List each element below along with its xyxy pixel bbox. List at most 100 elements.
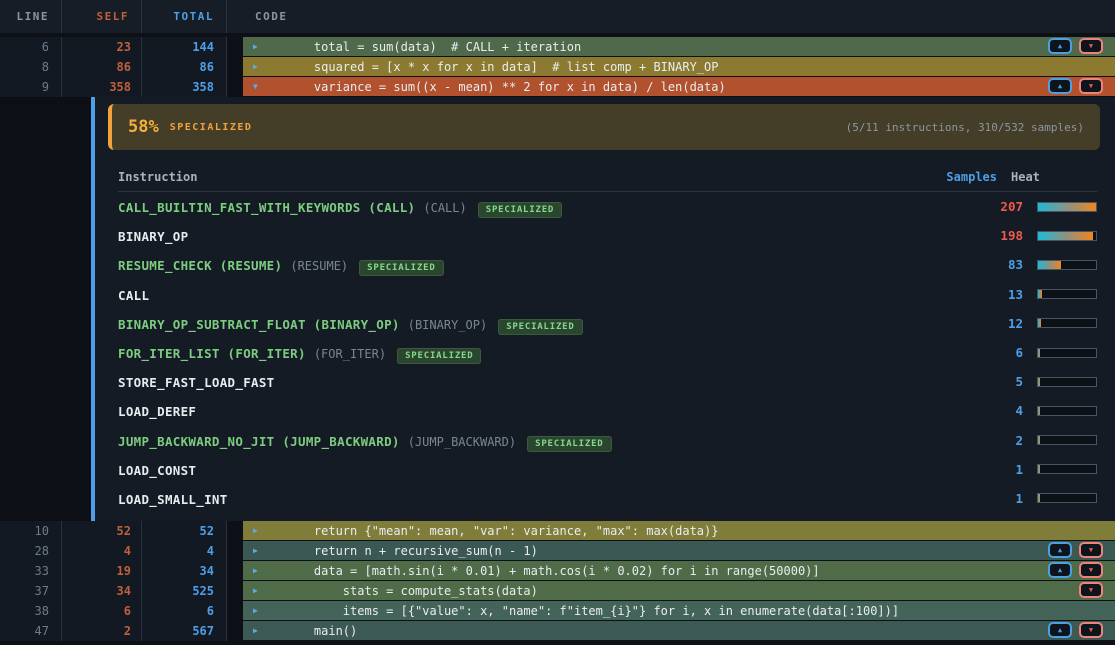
self-sample-count: 34 [62,581,142,601]
specialization-percent: 58% [128,117,159,137]
samples-count: 5 [953,374,1023,389]
total-sample-count: 52 [142,521,227,541]
expand-icon[interactable]: ▶ [253,586,265,595]
code-heat-band[interactable]: ▼ variance = sum((x - mean) ** 2 for x i… [243,77,1115,96]
column-header-code: CODE [227,0,1115,33]
jump-up-button[interactable]: ▲ [1048,542,1072,558]
instruction-row: BINARY_OP_SUBTRACT_FLOAT (BINARY_OP)(BIN… [118,309,1097,338]
total-sample-count: 525 [142,581,227,601]
heat-bar [1037,435,1097,445]
instruction-row: LOAD_DEREF4 [118,396,1097,425]
total-sample-count: 358 [142,77,227,97]
jump-down-button[interactable]: ▼ [1079,622,1103,638]
samples-count: 4 [953,403,1023,418]
code-heat-band[interactable]: ▶ total = sum(data) # CALL + iteration▲▼ [243,37,1115,56]
instruction-row: BINARY_OP198 [118,221,1097,250]
collapse-icon[interactable]: ▼ [253,82,265,91]
jump-up-button[interactable]: ▲ [1048,622,1072,638]
jump-down-button[interactable]: ▼ [1079,38,1103,54]
total-sample-count: 144 [142,37,227,57]
instruction-base-name: (BINARY_OP) [408,318,487,332]
instruction-cell: LOAD_DEREF [118,401,953,420]
samples-count: 12 [953,316,1023,331]
total-sample-count: 567 [142,621,227,641]
heat-bar [1037,318,1097,328]
column-header-total: TOTAL [142,0,227,33]
samples-count: 1 [953,462,1023,477]
code-text: return {"mean": mean, "var": variance, "… [285,524,718,538]
jump-up-button[interactable]: ▲ [1048,78,1072,94]
expand-icon[interactable]: ▶ [253,526,265,535]
heat-bar-fill [1038,465,1040,473]
code-heat-band[interactable]: ▶ stats = compute_stats(data)▼ [243,581,1115,600]
heat-bar [1037,202,1097,212]
instruction-name: JUMP_BACKWARD_NO_JIT (JUMP_BACKWARD) [118,434,400,449]
line-number: 8 [0,57,62,77]
samples-count: 13 [953,287,1023,302]
specialized-badge: SPECIALIZED [397,348,481,364]
heat-bar-fill [1038,319,1041,327]
panel-content: 58% SPECIALIZED (5/11 instructions, 310/… [95,97,1115,521]
code-heat-band[interactable]: ▶ data = [math.sin(i * 0.01) + math.cos(… [243,561,1115,580]
instruction-name: RESUME_CHECK (RESUME) [118,258,282,273]
specialization-detail-panel: 58% SPECIALIZED (5/11 instructions, 310/… [0,97,1115,521]
code-heat-band[interactable]: ▶ squared = [x * x for x in data] # list… [243,57,1115,76]
samples-count: 198 [953,228,1023,243]
heat-bar [1037,464,1097,474]
line-nav-buttons: ▲▼ [1048,78,1103,94]
line-number: 33 [0,561,62,581]
instruction-cell: FOR_ITER_LIST (FOR_ITER)(FOR_ITER)SPECIA… [118,343,953,362]
instruction-row: LOAD_SMALL_INT1 [118,484,1097,513]
line-number: 38 [0,601,62,621]
code-cell: ▶ main()▲▼ [227,621,1115,641]
line-number: 37 [0,581,62,601]
heat-bar [1037,377,1097,387]
code-text: total = sum(data) # CALL + iteration [285,40,581,54]
code-rows-top: 623144▶ total = sum(data) # CALL + itera… [0,37,1115,97]
instruction-row: JUMP_BACKWARD_NO_JIT (JUMP_BACKWARD) (JUM… [118,426,1097,455]
expand-icon[interactable]: ▶ [253,62,265,71]
instruction-cell: STORE_FAST_LOAD_FAST [118,372,953,391]
instruction-row: LOAD_CONST1 [118,455,1097,484]
jump-down-button[interactable]: ▼ [1079,562,1103,578]
self-sample-count: 23 [62,37,142,57]
code-cell: ▶ stats = compute_stats(data)▼ [227,581,1115,601]
column-header-heat: Heat [1011,170,1097,184]
line-number: 47 [0,621,62,641]
expand-icon[interactable]: ▶ [253,546,265,555]
line-nav-buttons: ▲▼ [1048,38,1103,54]
code-heat-band[interactable]: ▶ items = [{"value": x, "name": f"item_{… [243,601,1115,620]
self-sample-count: 86 [62,57,142,77]
line-number: 28 [0,541,62,561]
code-line-row: 331934▶ data = [math.sin(i * 0.01) + mat… [0,561,1115,581]
code-heat-band[interactable]: ▶ main()▲▼ [243,621,1115,640]
code-heat-band[interactable]: ▶ return {"mean": mean, "var": variance,… [243,521,1115,540]
instruction-row: CALL_BUILTIN_FAST_WITH_KEYWORDS (CALL)(C… [118,192,1097,221]
jump-down-button[interactable]: ▼ [1079,78,1103,94]
total-sample-count: 86 [142,57,227,77]
jump-up-button[interactable]: ▲ [1048,38,1072,54]
expand-icon[interactable]: ▶ [253,606,265,615]
jump-down-button[interactable]: ▼ [1079,582,1103,598]
expand-icon[interactable]: ▶ [253,566,265,575]
jump-up-button[interactable]: ▲ [1048,562,1072,578]
heat-bar-fill [1038,436,1040,444]
code-heat-band[interactable]: ▶ return n + recursive_sum(n - 1)▲▼ [243,541,1115,560]
heat-bar-fill [1038,494,1040,502]
heat-bar-fill [1038,378,1040,386]
code-line-row: 3734525 ▶ stats = compute_stats(data)▼ [0,581,1115,601]
instruction-base-name: (FOR_ITER) [314,347,386,361]
line-number: 9 [0,77,62,97]
instruction-name: LOAD_SMALL_INT [118,492,228,507]
expand-icon[interactable]: ▶ [253,626,265,635]
column-header-samples: Samples [927,170,997,184]
jump-down-button[interactable]: ▼ [1079,542,1103,558]
instruction-base-name: (JUMP_BACKWARD) [408,435,516,449]
expand-icon[interactable]: ▶ [253,42,265,51]
instruction-cell: BINARY_OP_SUBTRACT_FLOAT (BINARY_OP)(BIN… [118,314,953,333]
heat-bar-fill [1038,232,1093,240]
specialized-badge: SPECIALIZED [498,319,582,335]
specialization-banner: 58% SPECIALIZED (5/11 instructions, 310/… [108,104,1100,150]
code-line-row: 3866▶ items = [{"value": x, "name": f"it… [0,601,1115,621]
samples-count: 83 [953,257,1023,272]
